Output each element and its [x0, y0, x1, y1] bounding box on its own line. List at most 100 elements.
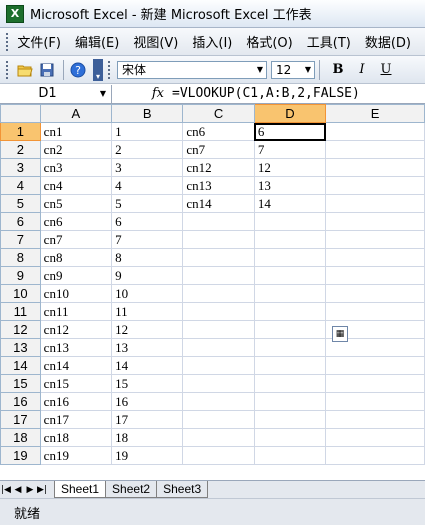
- cell-e[interactable]: [325, 140, 425, 159]
- cell-c[interactable]: [182, 428, 255, 447]
- cell-a[interactable]: cn10: [39, 284, 113, 303]
- cell-d[interactable]: [253, 428, 327, 447]
- cell-c[interactable]: [182, 392, 255, 411]
- cell-d[interactable]: [253, 392, 327, 411]
- cell-e[interactable]: [325, 284, 425, 303]
- cell-e[interactable]: [325, 428, 425, 447]
- cell-c[interactable]: [182, 284, 255, 303]
- cell-d[interactable]: [253, 212, 327, 231]
- menu-data[interactable]: 数据(D): [365, 32, 411, 51]
- cell-d[interactable]: 12: [253, 158, 327, 177]
- cell-a[interactable]: cn8: [39, 248, 113, 267]
- cell-a[interactable]: cn12: [39, 320, 113, 339]
- insert-function-icon[interactable]: fx: [112, 86, 172, 101]
- row-header[interactable]: 6: [0, 212, 41, 231]
- cell-e[interactable]: [325, 158, 425, 177]
- row-header[interactable]: 9: [0, 266, 41, 285]
- cell-a[interactable]: cn14: [39, 356, 113, 375]
- cell-b[interactable]: 9: [111, 266, 184, 285]
- row-header[interactable]: 5: [0, 194, 41, 213]
- cell-a[interactable]: cn2: [39, 140, 113, 159]
- prev-sheet-icon[interactable]: ◀: [12, 485, 24, 495]
- active-cell[interactable]: 6: [253, 122, 327, 141]
- toolbar-overflow-chevron-icon[interactable]: ▾: [93, 58, 103, 81]
- row-header[interactable]: 7: [0, 230, 41, 249]
- first-sheet-icon[interactable]: |◀: [0, 485, 12, 495]
- cell-c[interactable]: [182, 320, 255, 339]
- menu-edit[interactable]: 编辑(E): [75, 32, 119, 51]
- cell-c[interactable]: cn12: [182, 158, 255, 177]
- cell-e[interactable]: [325, 410, 425, 429]
- cell-d[interactable]: [253, 284, 327, 303]
- cell-d[interactable]: [253, 230, 327, 249]
- cell-c[interactable]: [182, 356, 255, 375]
- row-header[interactable]: 15: [0, 374, 41, 393]
- cell-b[interactable]: 5: [111, 194, 184, 213]
- cell-d[interactable]: 7: [253, 140, 327, 159]
- next-sheet-icon[interactable]: ▶: [24, 485, 36, 495]
- column-header[interactable]: C: [182, 104, 255, 123]
- cell-d[interactable]: [253, 248, 327, 267]
- cell-b[interactable]: 19: [111, 446, 184, 465]
- cell-e[interactable]: [325, 176, 425, 195]
- cell-e[interactable]: [325, 356, 425, 375]
- chevron-down-icon[interactable]: ▼: [302, 62, 314, 78]
- cell-a[interactable]: cn17: [39, 410, 113, 429]
- cell-d[interactable]: [253, 266, 327, 285]
- cell-a[interactable]: cn5: [39, 194, 113, 213]
- menu-insert[interactable]: 插入(I): [192, 32, 232, 51]
- cell-a[interactable]: cn9: [39, 266, 113, 285]
- font-size-dropdown[interactable]: 12 ▼: [271, 60, 315, 79]
- cell-b[interactable]: 6: [111, 212, 184, 231]
- cell-a[interactable]: cn7: [39, 230, 113, 249]
- sheet-tab-3[interactable]: Sheet3: [156, 481, 209, 498]
- row-header[interactable]: 17: [0, 410, 41, 429]
- sheet-tab-1[interactable]: Sheet1: [54, 481, 107, 498]
- menu-tools[interactable]: 工具(T): [307, 32, 351, 51]
- cell-c[interactable]: cn6: [182, 122, 255, 141]
- cell-a[interactable]: cn3: [39, 158, 113, 177]
- save-icon[interactable]: [37, 60, 57, 80]
- cell-b[interactable]: 15: [111, 374, 184, 393]
- row-header[interactable]: 12: [0, 320, 41, 339]
- underline-button[interactable]: U: [376, 60, 396, 80]
- cell-a[interactable]: cn4: [39, 176, 113, 195]
- cell-b[interactable]: 2: [111, 140, 184, 159]
- cell-d[interactable]: [253, 320, 327, 339]
- cell-d[interactable]: [253, 356, 327, 375]
- cell-a[interactable]: cn13: [39, 338, 113, 357]
- cell-a[interactable]: cn11: [39, 302, 113, 321]
- cell-d[interactable]: [253, 338, 327, 357]
- row-header[interactable]: 14: [0, 356, 41, 375]
- italic-button[interactable]: I: [352, 60, 372, 80]
- select-all-corner[interactable]: [0, 104, 41, 123]
- row-header[interactable]: 4: [0, 176, 41, 195]
- row-header[interactable]: 10: [0, 284, 41, 303]
- row-header[interactable]: 19: [0, 446, 41, 465]
- cell-e[interactable]: [325, 446, 425, 465]
- row-header[interactable]: 8: [0, 248, 41, 267]
- cell-c[interactable]: cn7: [182, 140, 255, 159]
- bold-button[interactable]: B: [328, 60, 348, 80]
- menu-format[interactable]: 格式(O): [246, 32, 292, 51]
- column-header-selected[interactable]: D: [253, 104, 327, 123]
- cell-d[interactable]: [253, 302, 327, 321]
- cell-e[interactable]: [325, 194, 425, 213]
- cell-c[interactable]: [182, 302, 255, 321]
- column-header[interactable]: A: [39, 104, 113, 123]
- paste-options-icon[interactable]: ▦: [332, 326, 348, 342]
- cell-c[interactable]: [182, 374, 255, 393]
- cell-b[interactable]: 1: [111, 122, 184, 141]
- row-header[interactable]: 13: [0, 338, 41, 357]
- cell-c[interactable]: [182, 338, 255, 357]
- cell-d[interactable]: 13: [253, 176, 327, 195]
- cell-b[interactable]: 16: [111, 392, 184, 411]
- cell-b[interactable]: 12: [111, 320, 184, 339]
- column-header[interactable]: B: [111, 104, 184, 123]
- row-header[interactable]: 2: [0, 140, 41, 159]
- cell-e[interactable]: [325, 392, 425, 411]
- cell-c[interactable]: [182, 410, 255, 429]
- cell-c[interactable]: [182, 248, 255, 267]
- cell-e[interactable]: [325, 122, 425, 141]
- cell-d[interactable]: [253, 446, 327, 465]
